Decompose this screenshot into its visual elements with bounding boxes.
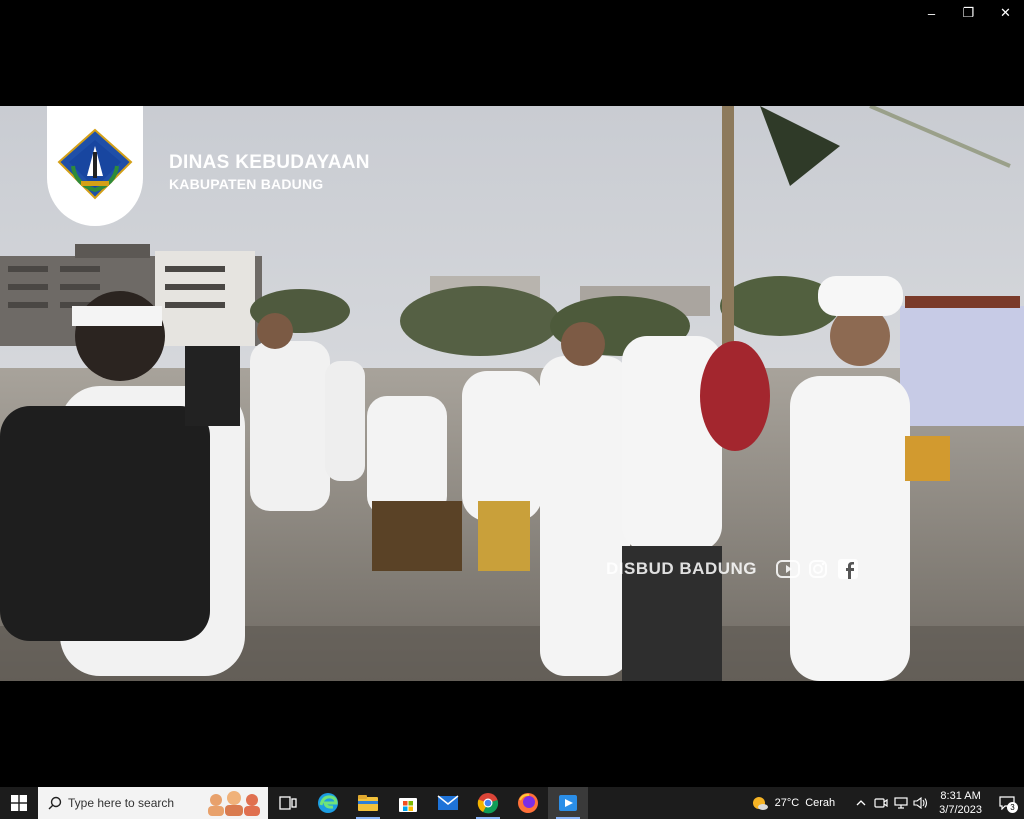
youtube-icon (775, 558, 801, 580)
facebook-icon (835, 558, 861, 580)
taskbar-search[interactable] (38, 787, 268, 819)
minimize-button[interactable]: – (913, 0, 950, 26)
notification-count-badge: 3 (1007, 802, 1018, 813)
windows-taskbar: 27°C Cerah 8:31 AM 3/7/2023 3 (0, 787, 1024, 819)
search-icon (48, 796, 62, 810)
mail-app[interactable] (428, 787, 468, 819)
camera-icon (874, 798, 888, 808)
weather-temperature: 27°C (774, 797, 800, 809)
ceremony-scene-image (0, 106, 1024, 681)
meet-now-button[interactable] (871, 787, 891, 819)
file-explorer-icon (358, 795, 378, 811)
speaker-icon (913, 797, 928, 809)
brand-title: DINAS KEBUDAYAAN (169, 152, 370, 173)
firefox-app[interactable] (508, 787, 548, 819)
media-player-app[interactable] (548, 787, 588, 819)
network-button[interactable] (891, 787, 911, 819)
close-button[interactable]: ✕ (987, 0, 1024, 26)
clock-date: 3/7/2023 (939, 804, 982, 816)
chevron-up-icon (856, 800, 866, 806)
chrome-icon (477, 793, 499, 814)
clock-time: 8:31 AM (940, 790, 981, 802)
instagram-icon (805, 558, 831, 580)
volume-button[interactable] (911, 787, 931, 819)
badung-emblem-icon (57, 128, 133, 200)
start-button[interactable] (0, 787, 38, 819)
edge-app[interactable] (308, 787, 348, 819)
watermark-text: DISBUD BADUNG (606, 559, 757, 578)
maximize-button[interactable]: ❐ (950, 0, 987, 26)
channel-watermark: DISBUD BADUNG (606, 558, 861, 580)
mail-icon (437, 795, 459, 810)
weather-widget[interactable]: 27°C Cerah (751, 795, 836, 811)
search-input[interactable] (66, 795, 200, 811)
file-explorer-app[interactable] (348, 787, 388, 819)
search-highlight-illustration-icon (208, 791, 260, 816)
weather-description: Cerah (805, 797, 836, 809)
video-player-window: – ❐ ✕ DINAS KEBUDAYAAN KABUPATEN BADUNG … (0, 0, 1024, 787)
media-player-icon (559, 795, 577, 811)
firefox-icon (518, 793, 538, 813)
video-frame[interactable]: DINAS KEBUDAYAAN KABUPATEN BADUNG DISBUD… (0, 106, 1024, 681)
microsoft-store-icon (399, 798, 417, 812)
windows-logo-icon (11, 795, 27, 811)
show-hidden-icons-button[interactable] (851, 787, 871, 819)
brand-subtitle: KABUPATEN BADUNG (169, 176, 324, 192)
brand-caption: DINAS KEBUDAYAAN KABUPATEN BADUNG (169, 152, 370, 192)
task-view-icon (279, 796, 297, 810)
microsoft-store-app[interactable] (388, 787, 428, 819)
chrome-app[interactable] (468, 787, 508, 819)
logo-badge (47, 106, 143, 226)
sunny-cloud-icon (752, 797, 768, 810)
task-view-button[interactable] (268, 787, 308, 819)
notification-center-button[interactable]: 3 (990, 787, 1024, 819)
window-controls: – ❐ ✕ (913, 0, 1024, 26)
taskbar-clock[interactable]: 8:31 AM 3/7/2023 (939, 789, 982, 817)
network-icon (894, 797, 908, 809)
system-tray: 27°C Cerah 8:31 AM 3/7/2023 3 (751, 787, 1024, 819)
edge-icon (318, 793, 338, 813)
